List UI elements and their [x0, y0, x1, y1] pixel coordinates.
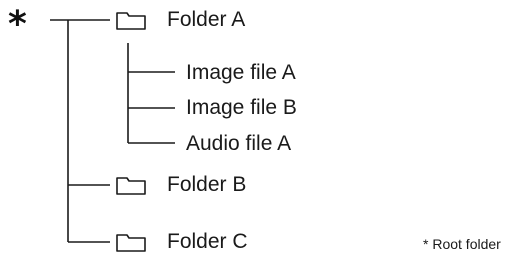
folder-icon	[116, 12, 146, 30]
folder-tree-diagram: * Folder A Image file A Image file B Aud…	[0, 0, 529, 256]
folder-a-label: Folder A	[167, 8, 246, 31]
folder-icon	[116, 177, 146, 195]
image-file-a-label: Image file A	[186, 61, 296, 84]
root-folder-footnote: * Root folder	[423, 236, 501, 252]
audio-file-a-label: Audio file A	[186, 132, 292, 155]
folder-b-label: Folder B	[167, 173, 247, 196]
folder-c-label: Folder C	[167, 230, 248, 253]
folder-icon	[116, 234, 146, 252]
image-file-b-label: Image file B	[186, 96, 297, 119]
tree-connectors	[50, 12, 175, 252]
